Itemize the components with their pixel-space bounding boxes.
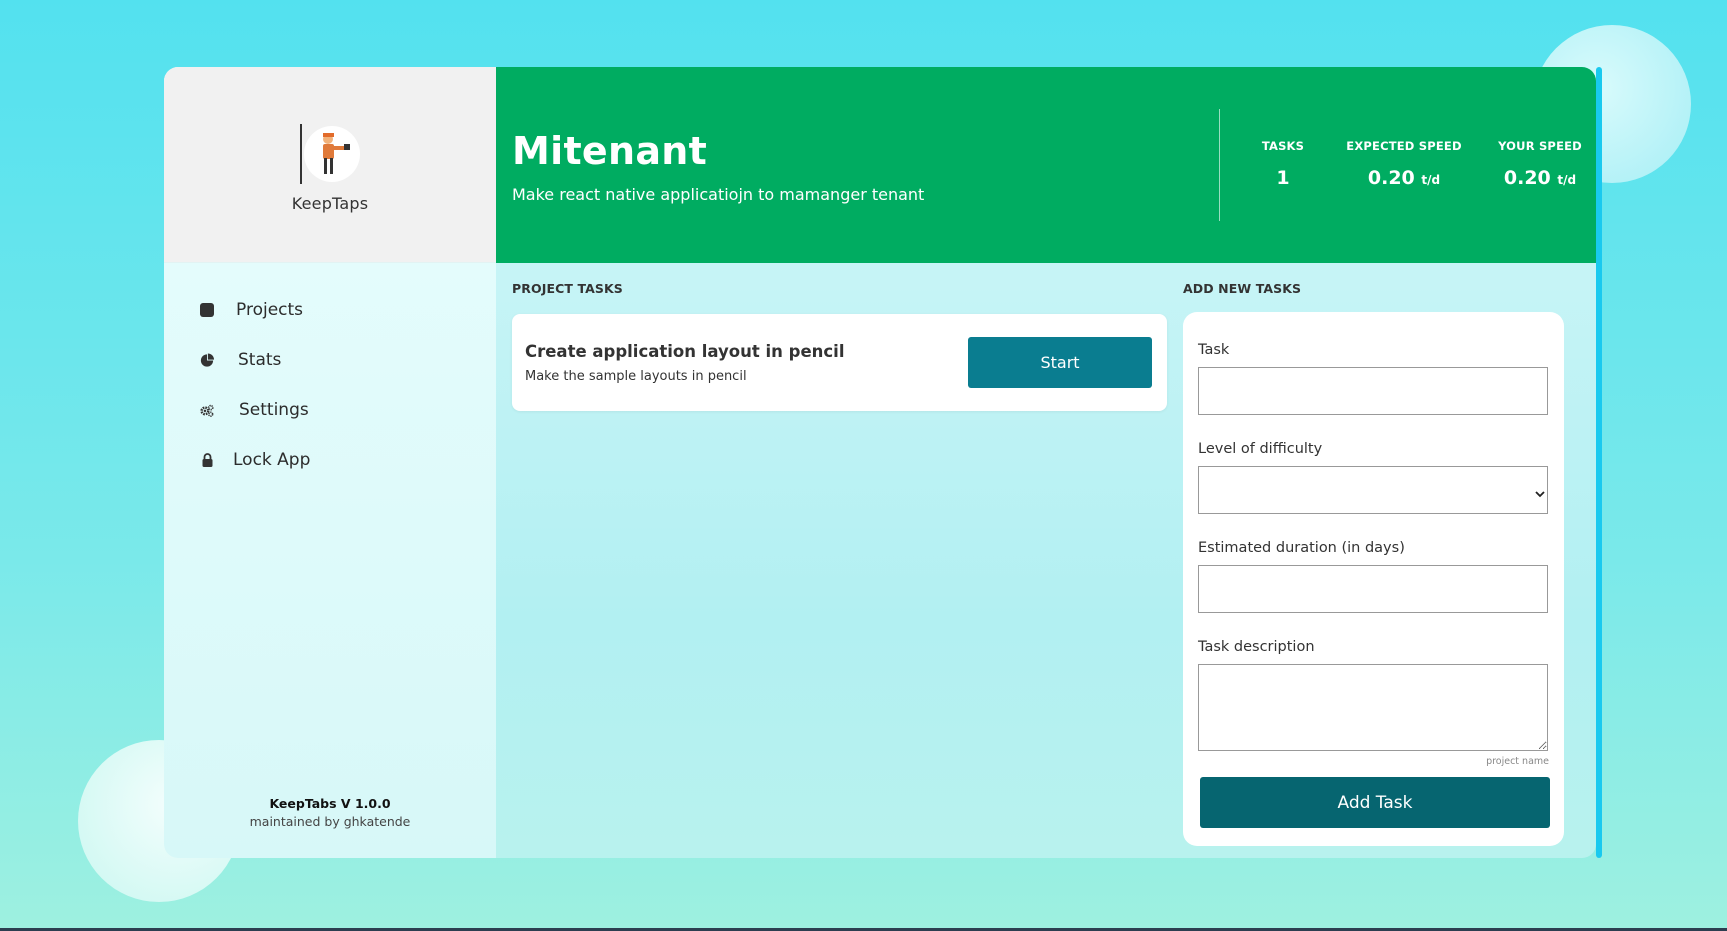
start-task-button[interactable]: Start (968, 337, 1152, 388)
header-divider (1219, 109, 1220, 221)
project-tasks-title: PROJECT TASKS (512, 281, 623, 296)
description-textarea[interactable] (1198, 664, 1548, 751)
stat-label: TASKS (1261, 139, 1305, 153)
project-stats: TASKS 1 EXPECTED SPEED 0.20 t/d YOUR SPE… (1231, 139, 1596, 189)
sidebar-item-label: Settings (239, 400, 309, 420)
scrollbar[interactable] (1596, 67, 1602, 858)
app-version: KeepTabs V 1.0.0 (269, 796, 391, 811)
stat-tasks: TASKS 1 (1231, 139, 1335, 189)
difficulty-select[interactable] (1198, 466, 1549, 514)
pie-chart-icon (200, 353, 214, 367)
content-area: PROJECT TASKS Create application layout … (496, 263, 1596, 858)
stat-value: 1 (1231, 167, 1335, 189)
sidebar-item-lock-app[interactable]: Lock App (164, 435, 496, 485)
sidebar-item-label: Projects (236, 300, 304, 320)
stat-number: 0.20 (1503, 167, 1551, 189)
brand-block: KeepTaps (164, 67, 496, 263)
main-panel: Mitenant Make react native applicatiojn … (496, 67, 1596, 858)
brand-logo (300, 124, 360, 184)
stat-expected-speed: EXPECTED SPEED 0.20 t/d (1335, 139, 1473, 189)
task-input[interactable] (1198, 367, 1548, 415)
difficulty-select-box[interactable] (1198, 466, 1548, 514)
duration-label: Estimated duration (in days) (1198, 540, 1405, 556)
stat-your-speed: YOUR SPEED 0.20 t/d (1473, 139, 1596, 189)
add-task-button[interactable]: Add Task (1200, 777, 1550, 828)
sidebar-item-label: Stats (238, 350, 282, 370)
task-card: Create application layout in pencil Make… (512, 314, 1167, 411)
chevron-down-icon (1535, 488, 1545, 501)
stat-unit: t/d (1421, 173, 1441, 187)
form-hint: project name (1486, 756, 1549, 767)
lock-icon (200, 453, 214, 467)
sidebar-item-projects[interactable]: Projects (164, 285, 496, 335)
description-label: Task description (1198, 639, 1315, 655)
stat-unit: t/d (1557, 173, 1577, 187)
task-label: Task (1198, 342, 1230, 358)
add-task-form: Task Level of difficulty Estimated durat… (1183, 312, 1564, 846)
square-icon (200, 303, 214, 317)
sidebar-nav: Projects Stats Settings Lock App (164, 263, 496, 762)
maintainer-credit: maintained by ghkatende (249, 814, 411, 829)
stat-label: YOUR SPEED (1498, 139, 1582, 153)
difficulty-label: Level of difficulty (1198, 441, 1323, 457)
duration-input[interactable] (1198, 565, 1548, 613)
project-tasks-section: PROJECT TASKS Create application layout … (496, 263, 1167, 858)
stat-number: 1 (1276, 167, 1290, 189)
brand-name: KeepTaps (291, 194, 369, 213)
gears-icon (200, 403, 214, 417)
add-task-section: ADD NEW TASKS Task Level of difficulty E… (1151, 263, 1564, 858)
sidebar-footer: KeepTabs V 1.0.0 maintained by ghkatende (164, 762, 496, 858)
task-title: Create application layout in pencil (525, 341, 845, 361)
sidebar-item-label: Lock App (233, 450, 311, 470)
task-text: Create application layout in pencil Make… (525, 342, 845, 384)
brand-logo-divider (300, 124, 302, 184)
sidebar-item-stats[interactable]: Stats (164, 335, 496, 385)
sidebar-item-settings[interactable]: Settings (164, 385, 496, 435)
app-window: KeepTaps Projects Stats Settings Lock Ap… (164, 67, 1596, 858)
sidebar: KeepTaps Projects Stats Settings Lock Ap… (164, 67, 496, 858)
project-header: Mitenant Make react native applicatiojn … (496, 67, 1596, 263)
stat-value: 0.20 t/d (1473, 167, 1596, 189)
add-task-title: ADD NEW TASKS (1183, 281, 1302, 296)
stat-number: 0.20 (1367, 167, 1415, 189)
stat-label: EXPECTED SPEED (1346, 139, 1462, 153)
stat-value: 0.20 t/d (1335, 167, 1473, 189)
task-description: Make the sample layouts in pencil (525, 368, 747, 384)
logo-avatar-icon (304, 126, 360, 182)
